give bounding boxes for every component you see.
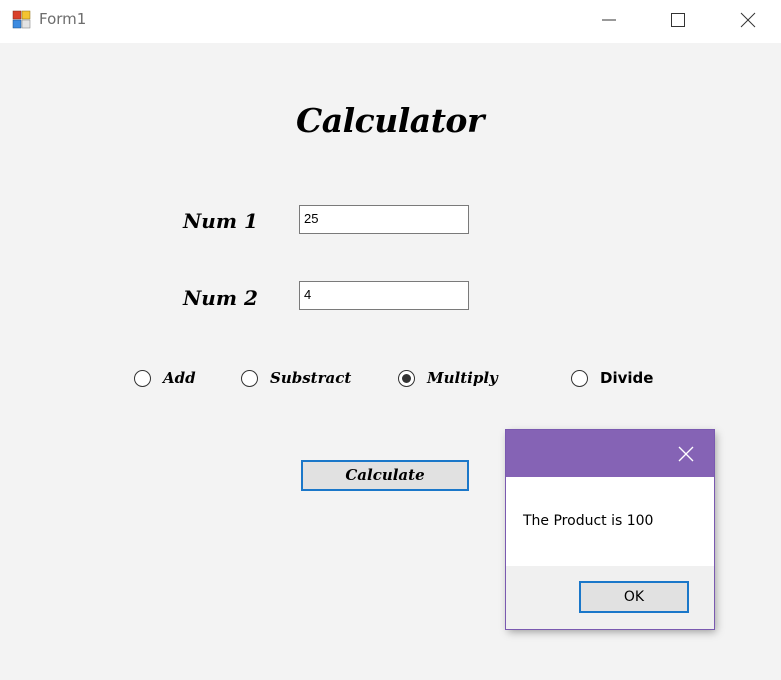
message-box-close-button[interactable] [674,442,698,466]
message-box-title-bar[interactable] [506,430,714,477]
maximize-icon [671,13,685,27]
calculate-button[interactable]: Calculate [301,460,469,491]
ok-button[interactable]: OK [579,581,689,613]
radio-add-circle[interactable] [134,370,151,387]
radio-add-label[interactable]: Add [163,369,196,387]
close-button[interactable] [725,0,771,40]
window-title: Form1 [39,10,87,28]
radio-divide-circle[interactable] [571,370,588,387]
minimize-button[interactable] [586,0,632,40]
radio-divide-label[interactable]: Divide [600,369,653,387]
num1-input[interactable]: 25 [299,205,469,234]
message-box: The Product is 100 OK [506,430,714,629]
num1-label: Num 1 [183,209,258,233]
radio-multiply-circle[interactable] [398,370,415,387]
radio-multiply-label[interactable]: Multiply [427,369,498,387]
app-icon [12,10,32,30]
page-title: Calculator [296,101,484,140]
close-icon [740,12,756,28]
message-box-footer: OK [506,566,714,629]
radio-substract-label[interactable]: Substract [270,369,351,387]
num2-label: Num 2 [183,286,258,310]
title-bar[interactable]: Form1 [0,0,781,43]
num2-input[interactable]: 4 [299,281,469,310]
radio-substract-circle[interactable] [241,370,258,387]
close-icon [678,446,694,462]
minimize-icon [602,19,616,21]
message-text: The Product is 100 [523,513,654,529]
maximize-button[interactable] [655,0,701,40]
